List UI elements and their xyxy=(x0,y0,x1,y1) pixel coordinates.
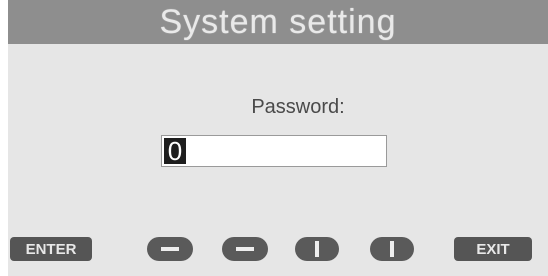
enter-button[interactable]: ENTER xyxy=(10,237,92,261)
enter-button-label: ENTER xyxy=(25,240,77,258)
page-title: System setting xyxy=(159,2,397,41)
title-bar: System setting xyxy=(8,0,548,44)
exit-button-label: EXIT xyxy=(476,240,510,258)
device-screen: System setting Password: 0 ENTER EXIT xyxy=(0,0,548,276)
right-arrow-icon xyxy=(236,247,254,251)
left-button[interactable] xyxy=(147,237,193,261)
down-arrow-icon xyxy=(390,241,394,257)
up-arrow-icon xyxy=(315,241,319,257)
password-cursor-digit: 0 xyxy=(164,138,186,164)
password-field[interactable]: 0 xyxy=(161,135,387,167)
settings-panel: System setting Password: 0 ENTER EXIT xyxy=(8,0,548,276)
right-button[interactable] xyxy=(222,237,268,261)
left-arrow-icon xyxy=(161,247,179,251)
exit-button[interactable]: EXIT xyxy=(454,237,532,261)
password-label: Password: xyxy=(251,96,345,118)
down-button[interactable] xyxy=(370,237,414,261)
up-button[interactable] xyxy=(295,237,339,261)
